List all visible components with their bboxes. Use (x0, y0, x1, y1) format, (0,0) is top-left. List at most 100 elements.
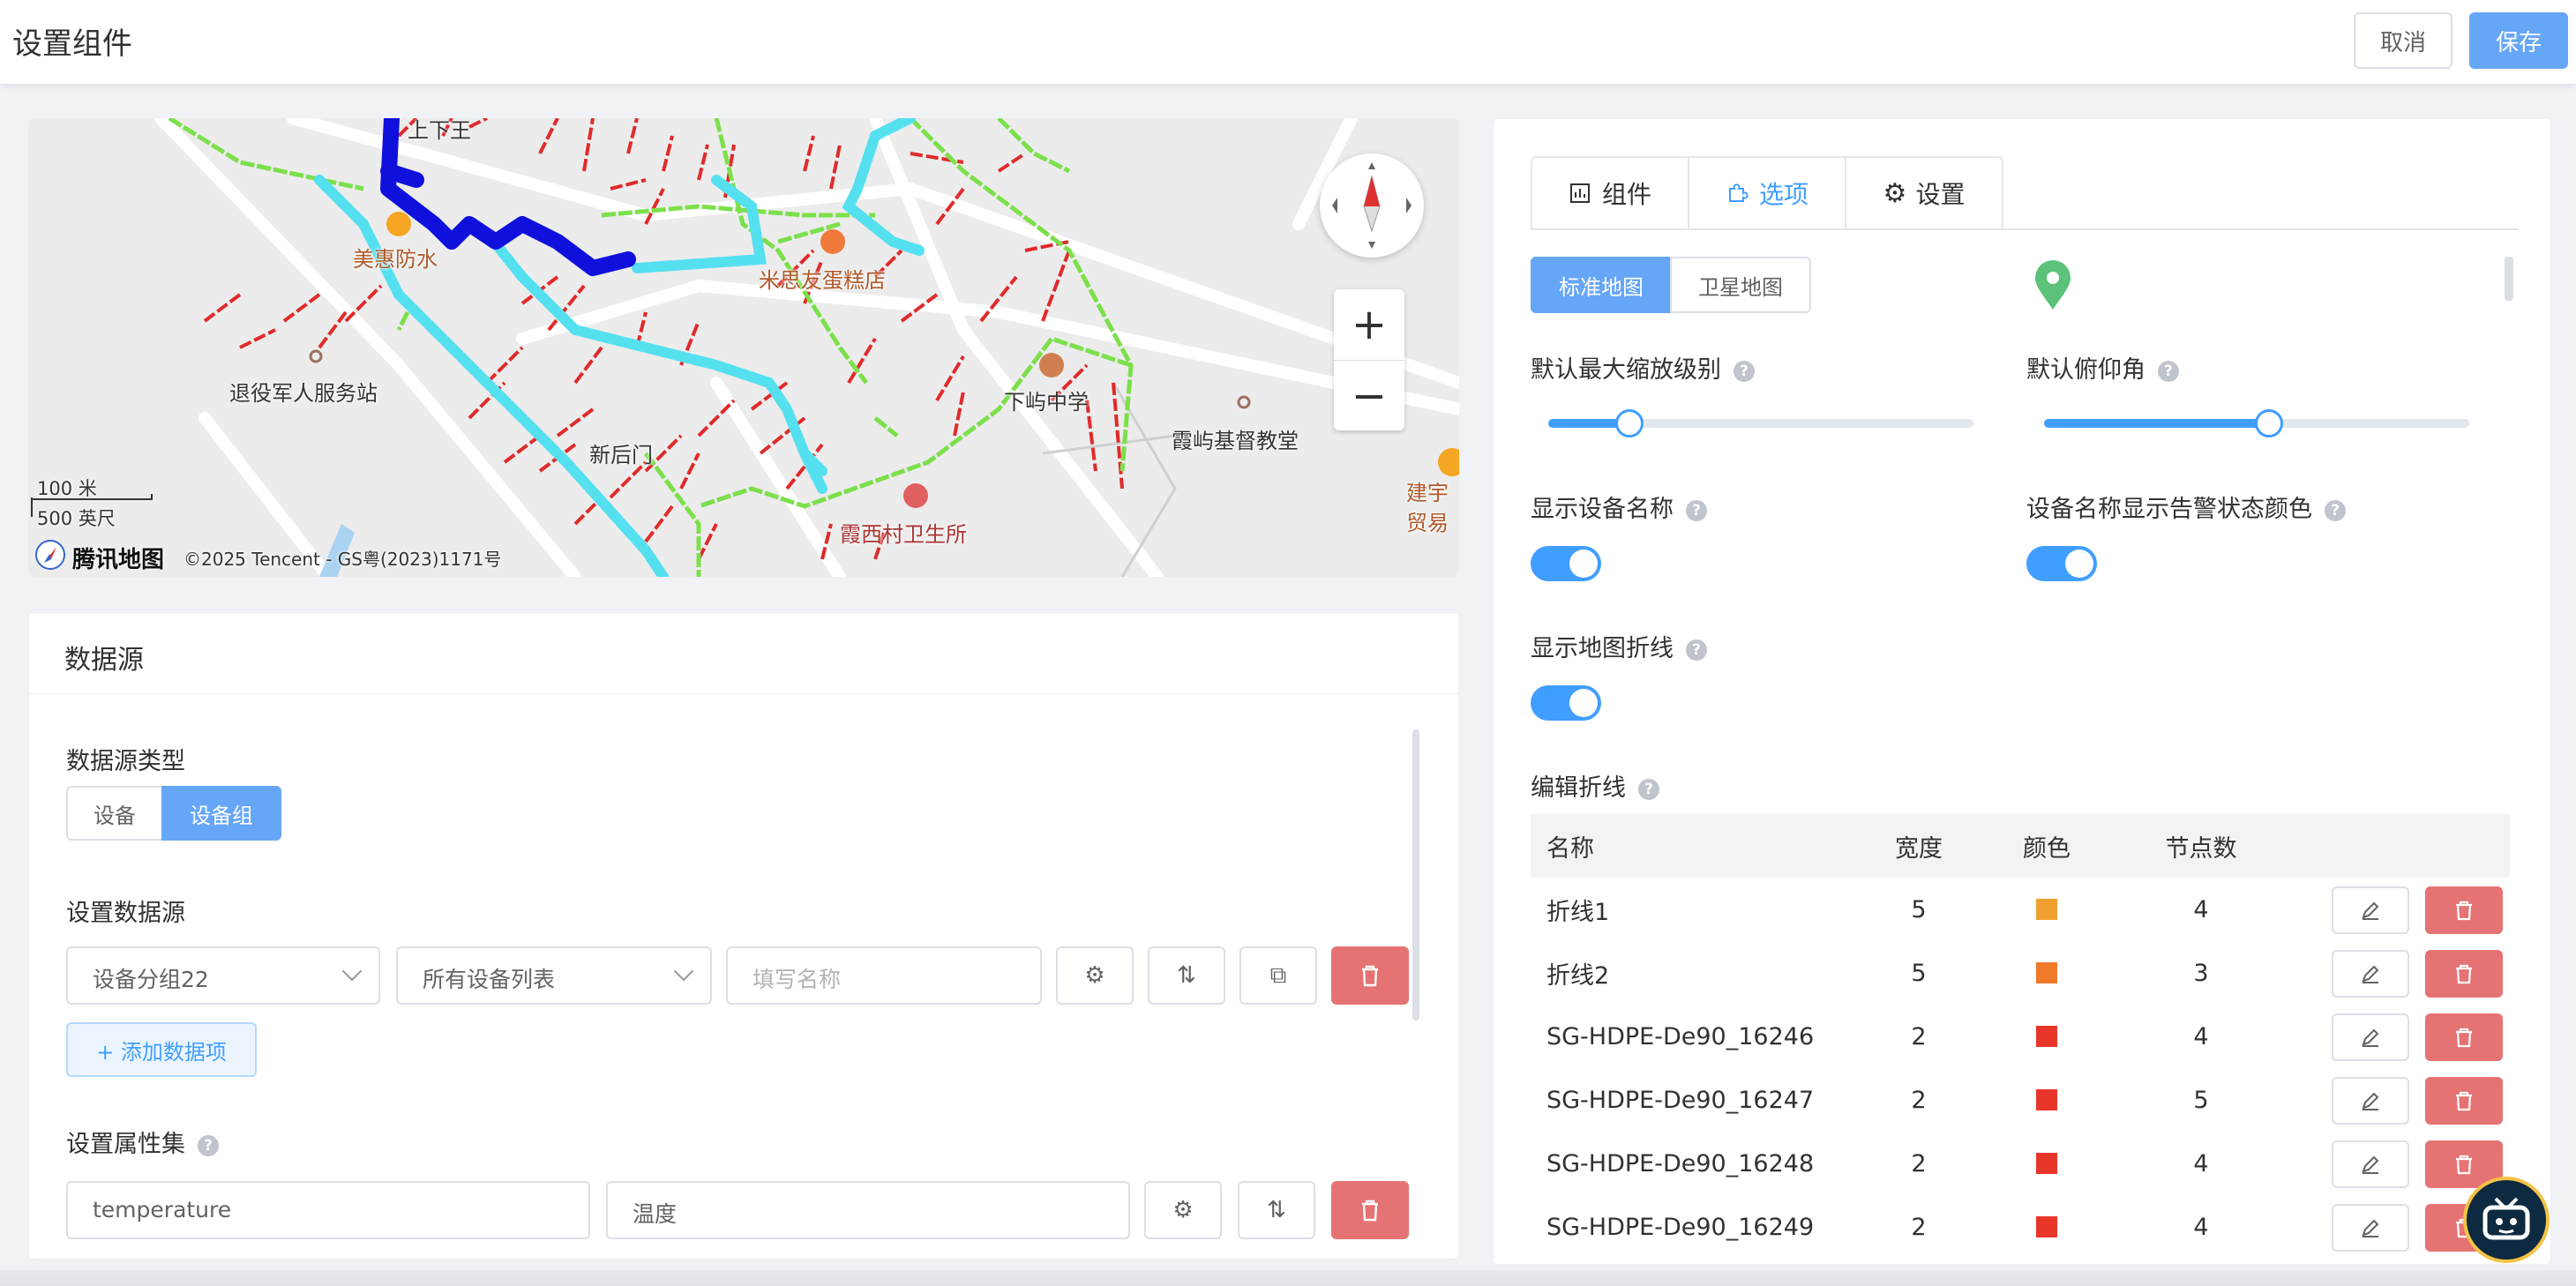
settings-button[interactable]: ⚙ (1056, 946, 1134, 1005)
trash-icon (2456, 1155, 2472, 1175)
compass-control[interactable] (1320, 153, 1424, 258)
save-button[interactable]: 保存 (2469, 12, 2568, 69)
attr-key-input[interactable]: temperature (66, 1181, 590, 1239)
row-width: 5 (1911, 959, 1927, 987)
alarm-color-label: 设备名称显示告警状态颜色? (2026, 490, 2346, 524)
edit-button[interactable] (2332, 886, 2409, 934)
type-device-button[interactable]: 设备 (66, 786, 163, 841)
row-color (1963, 962, 2130, 983)
attr-set-label-text: 设置属性集 (66, 1131, 185, 1158)
options-scrollbar[interactable] (2505, 257, 2513, 301)
robot-tv-icon (2482, 1197, 2530, 1240)
edit-polyline-label: 编辑折线? (1531, 768, 1659, 803)
map-label-shop1: 美惠防水 (353, 247, 438, 272)
help-icon[interactable]: ? (2158, 360, 2179, 382)
show-name-toggle[interactable] (1531, 546, 1601, 581)
row-width: 2 (1911, 1022, 1927, 1050)
row-width: 2 (1911, 1213, 1927, 1241)
edit-button[interactable] (2332, 1013, 2409, 1061)
delete-button[interactable] (1331, 946, 1409, 1005)
attr-name-input[interactable]: 温度 (606, 1181, 1130, 1239)
set-datasource-label: 设置数据源 (66, 900, 185, 927)
add-data-item-button[interactable]: + 添加数据项 (66, 1022, 257, 1077)
max-zoom-label-text: 默认最大缩放级别 (1531, 356, 1721, 384)
list-select[interactable]: 所有设备列表 (396, 946, 712, 1005)
edit-button[interactable] (2332, 950, 2409, 998)
delete-button[interactable] (2425, 886, 2503, 934)
group-select[interactable]: 设备分组22 (66, 946, 380, 1005)
datasource-type-label: 数据源类型 (66, 748, 185, 775)
color-swatch (2036, 1153, 2057, 1174)
delete-button[interactable] (2425, 1013, 2503, 1061)
copy-button[interactable]: ⧉ (1239, 946, 1317, 1005)
show-name-label: 显示设备名称? (1531, 490, 1707, 524)
trash-icon (2456, 1028, 2472, 1048)
zoom-in-button[interactable]: + (1334, 289, 1404, 360)
edit-button[interactable] (2332, 1077, 2409, 1125)
trash-icon (2456, 964, 2472, 984)
color-swatch (2036, 899, 2057, 920)
edit-button[interactable] (2332, 1140, 2409, 1188)
zoom-out-button[interactable]: − (1334, 360, 1404, 430)
bottom-edge (0, 1270, 2576, 1286)
zoom-control: + − (1334, 289, 1404, 430)
map-marker-icon[interactable] (2033, 260, 2072, 311)
help-icon[interactable]: ? (198, 1134, 219, 1156)
tab-settings[interactable]: ⚙ 设置 (1845, 156, 2003, 230)
attr-key-value: temperature (93, 1197, 232, 1222)
tab-options-label: 选项 (1758, 180, 1808, 209)
cancel-button[interactable]: 取消 (2354, 12, 2452, 69)
row-width: 2 (1911, 1086, 1927, 1114)
name-input[interactable]: 填写名称 (726, 946, 1042, 1005)
tab-component[interactable]: 组件 (1531, 156, 1689, 230)
map-type-standard-button[interactable]: 标准地图 (1531, 257, 1672, 313)
table-row: SG-HDPE-De90_16246 2 4 (1531, 1005, 2510, 1068)
gear-icon: ⚙ (1084, 962, 1105, 989)
sort-button[interactable]: ⇅ (1148, 946, 1225, 1005)
pitch-handle[interactable] (2255, 409, 2284, 437)
row-color (1963, 1026, 2130, 1047)
gear-icon: ⚙ (1172, 1197, 1194, 1223)
tab-options[interactable]: 选项 (1688, 156, 1846, 230)
map-label-village: 上下王 (408, 118, 471, 143)
help-icon[interactable]: ? (1686, 639, 1707, 661)
name-input-placeholder: 填写名称 (753, 967, 842, 992)
map-brand: 腾讯地图 (72, 547, 165, 573)
row-nodes: 5 (2193, 1086, 2209, 1114)
attr-delete-button[interactable] (1331, 1181, 1409, 1239)
map-roads (31, 118, 1459, 577)
color-swatch (2036, 1089, 2057, 1110)
help-icon[interactable]: ? (1638, 778, 1659, 800)
page-title: 设置组件 (12, 26, 132, 62)
datasource-scrollbar[interactable] (1412, 729, 1419, 1021)
attr-settings-button[interactable]: ⚙ (1144, 1181, 1222, 1239)
alarm-color-toggle[interactable] (2026, 546, 2097, 581)
row-nodes: 4 (2193, 1022, 2209, 1050)
tab-component-label: 组件 (1601, 180, 1651, 209)
help-icon[interactable]: ? (2325, 499, 2346, 521)
max-zoom-handle[interactable] (1614, 409, 1644, 437)
delete-button[interactable] (2425, 950, 2503, 998)
trash-icon (1362, 965, 1378, 987)
attr-set-label: 设置属性集? (66, 1125, 219, 1159)
help-icon[interactable]: ? (1734, 360, 1755, 382)
show-polyline-toggle[interactable] (1531, 685, 1601, 721)
row-name: 折线2 (1546, 961, 1610, 990)
row-width: 2 (1911, 1149, 1927, 1178)
max-zoom-slider[interactable] (1548, 409, 1973, 437)
pitch-label-text: 默认俯仰角 (2026, 356, 2145, 384)
edit-button[interactable] (2332, 1204, 2409, 1252)
pitch-slider[interactable] (2044, 409, 2469, 437)
attr-sort-button[interactable]: ⇅ (1238, 1181, 1315, 1239)
table-header: 名称 宽度 颜色 节点数 (1531, 814, 2510, 878)
puzzle-icon (1728, 183, 1749, 202)
delete-button[interactable] (2425, 1077, 2503, 1125)
help-icon[interactable]: ? (1686, 499, 1707, 521)
row-color (1963, 1089, 2130, 1110)
map-preview[interactable]: 上下王 美惠防水 米思友蛋糕店 退役军人服务站 下屿中学 霞屿基督教堂 新后门 … (28, 118, 1459, 577)
type-device-group-button[interactable]: 设备组 (161, 786, 281, 841)
row-name: SG-HDPE-De90_16249 (1546, 1213, 1815, 1241)
edit-icon (2362, 1219, 2379, 1237)
map-type-satellite-button[interactable]: 卫星地图 (1670, 257, 1811, 313)
assistant-float-button[interactable] (2463, 1177, 2550, 1263)
